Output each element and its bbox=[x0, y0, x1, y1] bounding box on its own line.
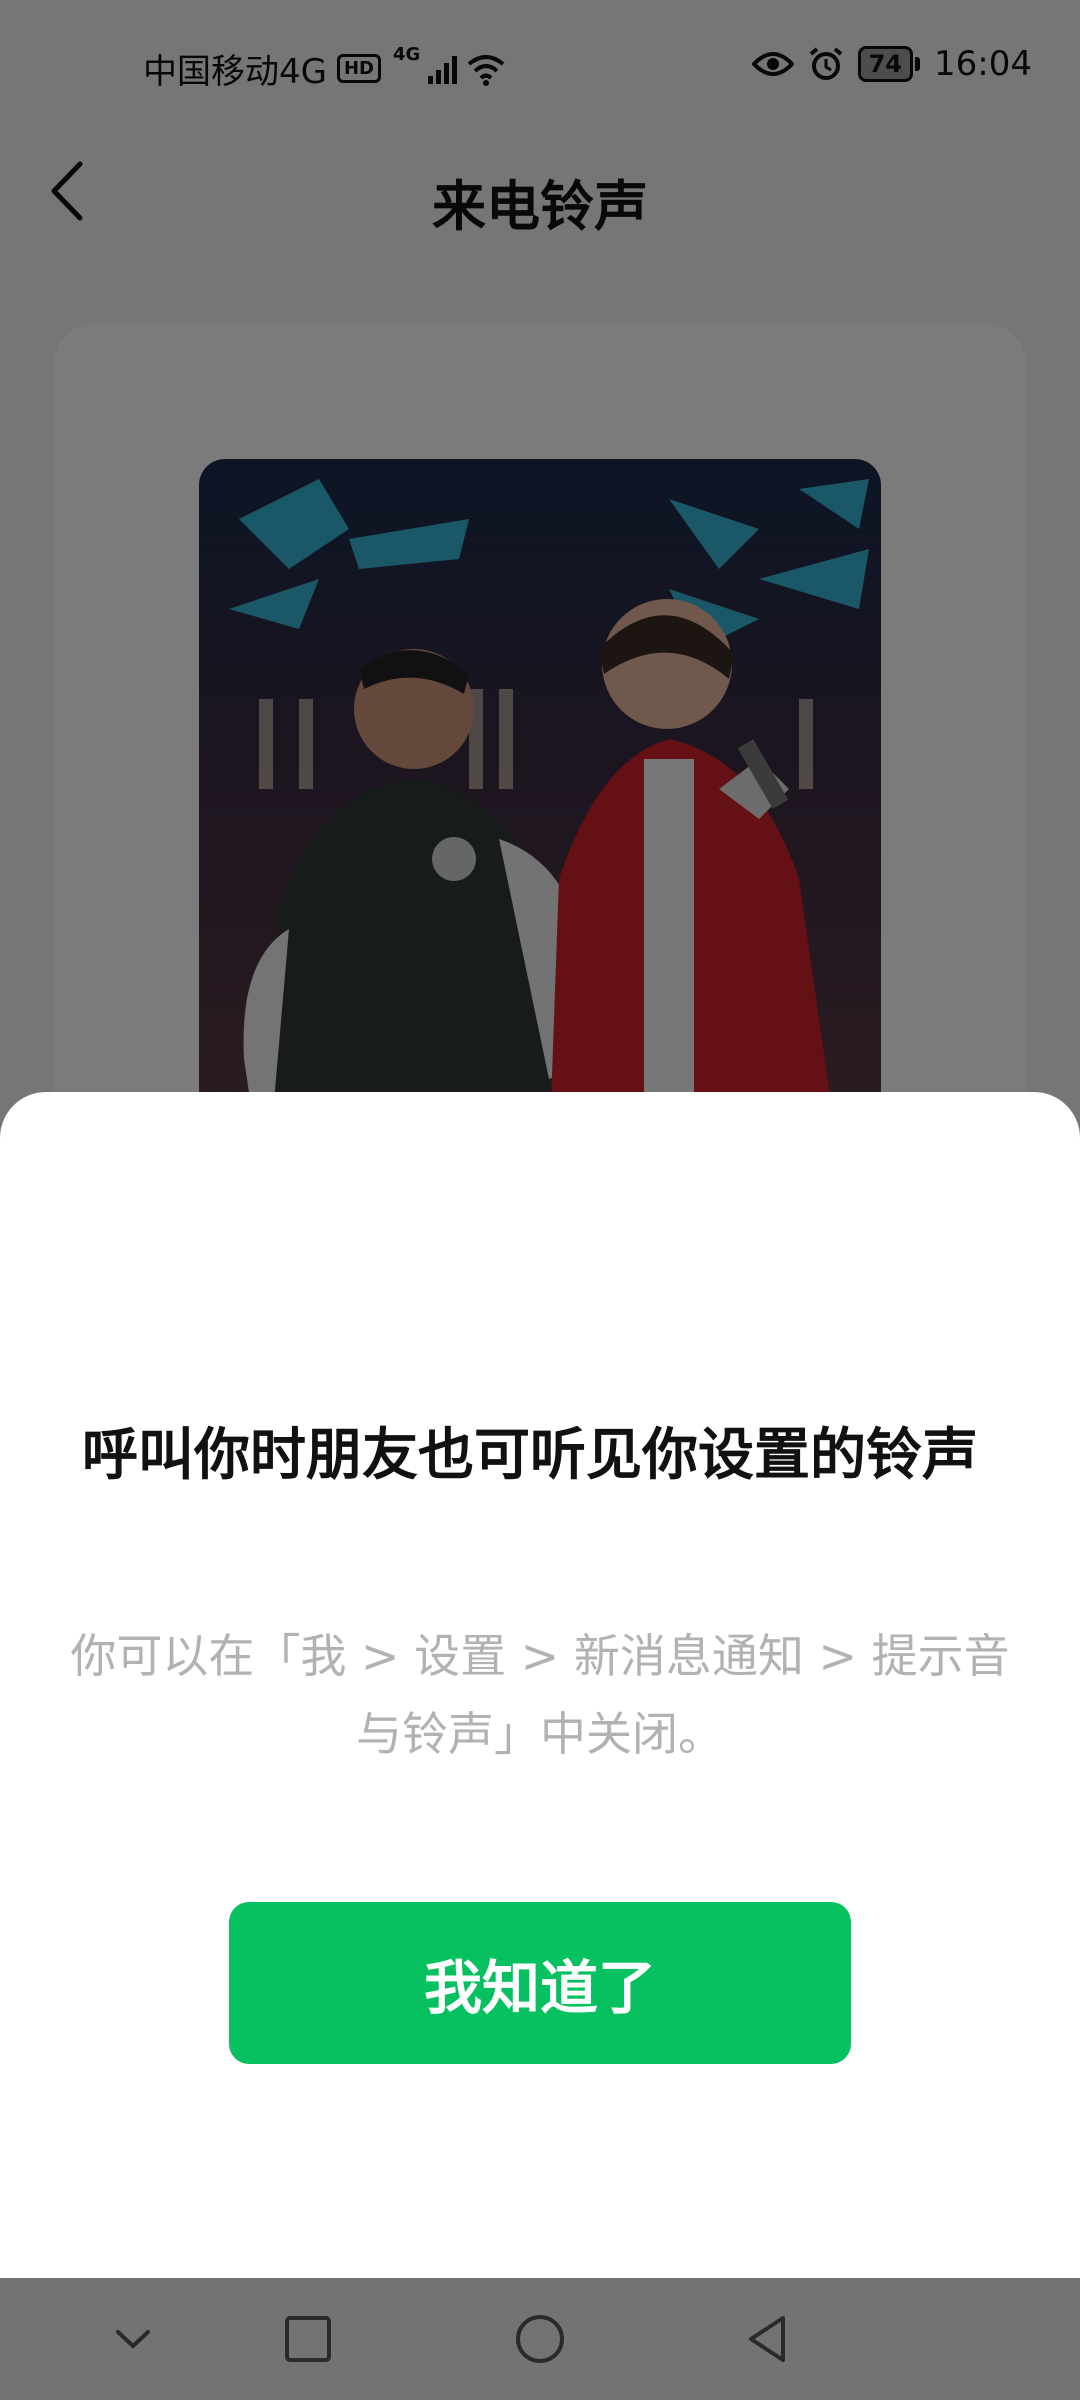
got-it-button[interactable]: 我知道了 bbox=[229, 1902, 851, 2064]
ringtone-notice-sheet: 呼叫你时朋友也可听见你设置的铃声 你可以在「我 > 设置 > 新消息通知 > 提… bbox=[0, 1092, 1080, 2278]
sheet-description: 你可以在「我 > 设置 > 新消息通知 > 提示音与铃声」中关闭。 bbox=[70, 1629, 1010, 1761]
sheet-title: 呼叫你时朋友也可听见你设置的铃声 bbox=[82, 1423, 978, 1488]
